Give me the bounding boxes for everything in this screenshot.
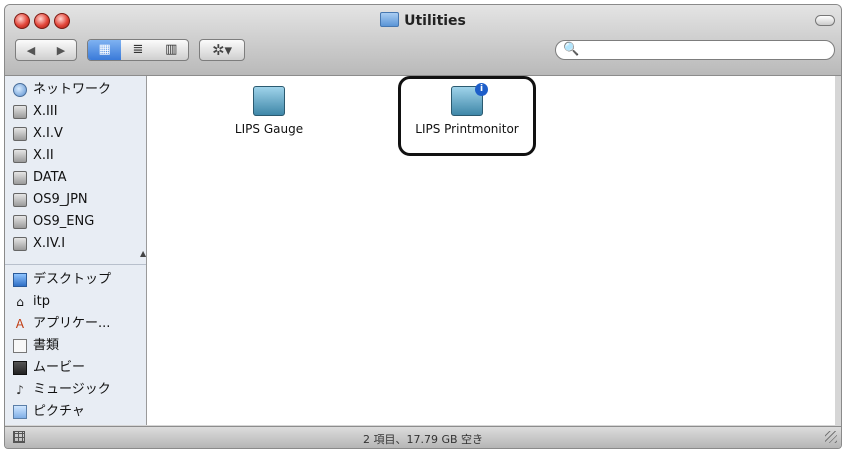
folder-icon	[380, 12, 400, 27]
info-badge-icon: i	[475, 83, 488, 96]
disk-icon	[13, 149, 27, 163]
sidebar-item-home[interactable]: ⌂ itp	[13, 292, 50, 312]
sidebar-item-documents[interactable]: 書類	[13, 336, 59, 356]
disk-icon	[13, 237, 27, 251]
printer-gauge-icon	[253, 86, 285, 116]
toolbar-toggle-button[interactable]	[815, 15, 835, 26]
globe-icon	[13, 83, 27, 97]
disk-icon	[13, 193, 27, 207]
sidebar-divider	[5, 264, 146, 265]
finder-window: Utilities ◀ ▶ ▦ ≣ ▥ ✲▾ 🔍 ネットワーク X.III X.…	[4, 4, 842, 449]
status-bar: 2 項目、17.79 GB 空き	[5, 426, 841, 448]
action-menu-button[interactable]: ✲▾	[199, 39, 245, 61]
disk-icon	[13, 171, 27, 185]
home-icon: ⌂	[16, 295, 24, 309]
eject-arrow-icon[interactable]: ▲	[140, 249, 146, 258]
applications-icon: Ａ	[13, 317, 26, 331]
disk-icon	[13, 215, 27, 229]
sidebar-item-pictures[interactable]: ピクチャ	[13, 402, 85, 422]
sidebar-item-disk[interactable]: X.IV.I	[13, 234, 65, 254]
sidebar: ネットワーク X.III X.I.V X.II DATA OS9_JPN OS9…	[5, 76, 147, 425]
movies-icon	[13, 361, 27, 375]
search-icon: 🔍	[563, 42, 580, 57]
forward-button[interactable]: ▶	[46, 44, 76, 57]
list-view-button[interactable]: ≣	[121, 40, 154, 60]
window-title: Utilities	[5, 12, 841, 29]
title-bar: Utilities ◀ ▶ ▦ ≣ ▥ ✲▾ 🔍	[5, 5, 841, 76]
sidebar-item-disk[interactable]: OS9_JPN	[13, 190, 88, 210]
view-mode-buttons: ▦ ≣ ▥	[87, 39, 189, 61]
sidebar-item-disk[interactable]: X.I.V	[13, 124, 63, 144]
back-button[interactable]: ◀	[16, 44, 46, 57]
sidebar-item-disk[interactable]: OS9_ENG	[13, 212, 94, 232]
navigation-buttons: ◀ ▶	[15, 39, 77, 61]
file-area: LIPS Gauge i LIPS Printmonitor	[147, 76, 835, 425]
documents-icon	[13, 339, 27, 353]
sidebar-item-movies[interactable]: ムービー	[13, 358, 85, 378]
status-text: 2 項目、17.79 GB 空き	[362, 433, 484, 446]
disk-icon	[13, 127, 27, 141]
pictures-icon	[13, 405, 27, 419]
sidebar-item-disk[interactable]: DATA	[13, 168, 67, 188]
sidebar-item-music[interactable]: ♪ ミュージック	[13, 380, 111, 400]
sidebar-item-network[interactable]: ネットワーク	[13, 80, 111, 100]
disk-icon	[13, 105, 27, 119]
printer-monitor-icon: i	[451, 83, 488, 116]
desktop-icon	[13, 273, 27, 287]
sidebar-item-applications[interactable]: Ａ アプリケー...	[13, 314, 110, 334]
icon-view-button[interactable]: ▦	[88, 40, 122, 60]
music-icon: ♪	[16, 383, 24, 397]
search-field[interactable]: 🔍	[555, 40, 835, 60]
column-view-button[interactable]: ▥	[155, 40, 188, 60]
sidebar-item-disk[interactable]: X.III	[13, 102, 58, 122]
file-item-lips-gauge[interactable]: LIPS Gauge	[199, 86, 339, 136]
sidebar-item-desktop[interactable]: デスクトップ	[13, 270, 111, 290]
sidebar-item-disk[interactable]: X.II	[13, 146, 54, 166]
resize-grip-icon[interactable]	[825, 431, 837, 443]
file-item-lips-printmonitor[interactable]: i LIPS Printmonitor	[397, 83, 537, 136]
